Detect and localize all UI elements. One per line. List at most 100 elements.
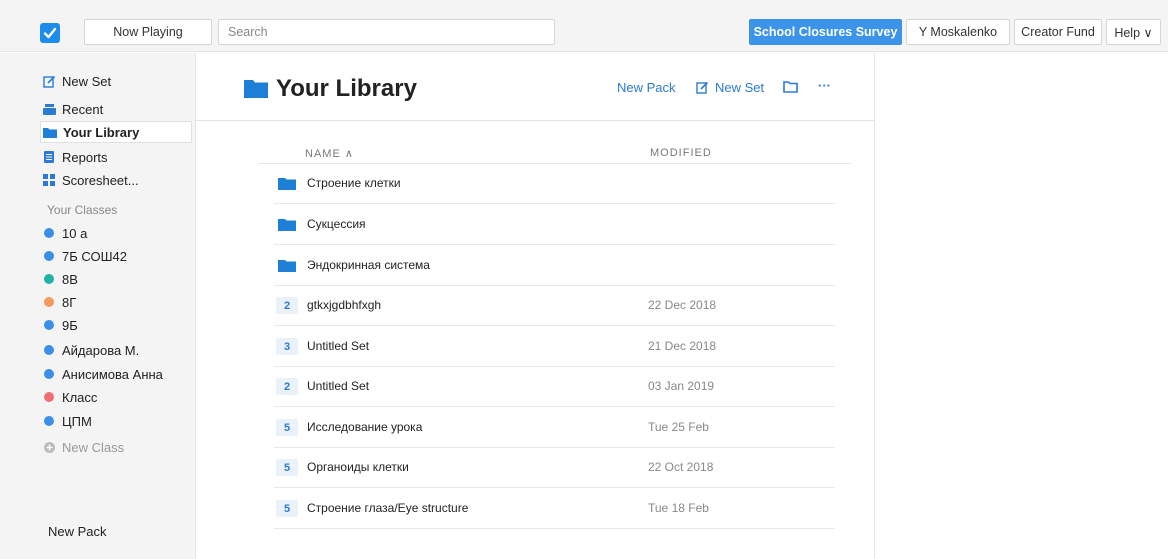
sidebar-item-class[interactable]: Айдарова М. xyxy=(40,339,192,361)
sidebar-item-label: New Class xyxy=(62,439,125,455)
term-count-badge: 2 xyxy=(276,378,298,395)
folder-outline-icon xyxy=(783,81,798,93)
item-date: 21 Dec 2018 xyxy=(648,339,717,353)
folder-icon xyxy=(43,127,57,138)
class-dot-icon xyxy=(44,251,54,261)
class-dot-icon xyxy=(44,416,54,426)
item-name: Untitled Set xyxy=(307,339,370,353)
class-dot-icon xyxy=(44,320,54,330)
list-item[interactable]: 5 Исследование урока Tue 25 Feb xyxy=(274,408,835,448)
page-title: Your Library xyxy=(276,75,417,102)
folder-icon xyxy=(278,218,296,234)
sidebar-item-class[interactable]: 8В xyxy=(40,268,192,290)
class-dot-icon xyxy=(44,392,54,402)
class-label: 7Б СОШ42 xyxy=(62,248,127,264)
class-dot-icon xyxy=(44,297,54,307)
class-label: 8Г xyxy=(62,294,77,310)
class-dot-icon xyxy=(44,369,54,379)
sidebar-item-label: Recent xyxy=(62,101,104,117)
more-options-button[interactable]: ··· xyxy=(818,78,831,93)
class-label: Айдарова М. xyxy=(62,342,140,358)
class-dot-icon xyxy=(44,228,54,238)
sidebar-item-class[interactable]: Анисимова Анна xyxy=(40,363,192,385)
term-count-badge: 2 xyxy=(276,297,298,314)
list-item[interactable]: 2 Untitled Set 03 Jan 2019 xyxy=(274,367,835,407)
sidebar-new-pack-link[interactable]: New Pack xyxy=(48,524,107,539)
class-label: Анисимова Анна xyxy=(62,366,163,382)
list-item[interactable]: 5 Органоиды клетки 22 Oct 2018 xyxy=(274,448,835,488)
column-header-modified[interactable]: MODIFIED xyxy=(650,147,712,159)
sidebar-item-class[interactable]: 8Г xyxy=(40,291,192,313)
item-date: 22 Oct 2018 xyxy=(648,460,714,474)
new-pack-label: New Pack xyxy=(617,80,676,95)
term-count-badge: 5 xyxy=(276,500,298,517)
sidebar-item-reports[interactable]: Reports xyxy=(40,146,192,168)
class-dot-icon xyxy=(44,274,54,284)
sidebar-item-new-class[interactable]: New Class xyxy=(40,436,192,458)
term-count-badge: 5 xyxy=(276,459,298,476)
class-dot-icon xyxy=(44,345,54,355)
sidebar-item-label: Scoresheet... xyxy=(62,172,139,188)
sidebar-item-recent[interactable]: Recent xyxy=(40,98,192,120)
item-name: Органоиды клетки xyxy=(307,460,409,474)
item-date: 22 Dec 2018 xyxy=(648,298,717,312)
new-set-button[interactable]: New Set xyxy=(696,80,764,95)
list-item[interactable]: 5 Строение глаза/Eye structure Tue 18 Fe… xyxy=(274,489,835,529)
item-name: Строение клетки xyxy=(307,176,401,190)
sidebar-item-label: New Set xyxy=(62,73,112,89)
sidebar-item-class[interactable]: Класс xyxy=(40,386,192,408)
sidebar-item-class[interactable]: 7Б СОШ42 xyxy=(40,245,192,267)
recent-icon xyxy=(42,103,56,115)
term-count-badge: 3 xyxy=(276,338,298,355)
item-name: Сукцессия xyxy=(307,217,366,231)
item-name: Untitled Set xyxy=(307,379,370,393)
list-item[interactable]: 2 gtkxjgdbhfxgh 22 Dec 2018 xyxy=(274,286,835,326)
school-closures-survey-button[interactable]: School Closures Survey xyxy=(749,19,902,45)
library-panel: Your Library New Pack New Set ··· NAME ∧… xyxy=(196,53,875,559)
item-name: gtkxjgdbhfxgh xyxy=(307,298,382,312)
reports-icon xyxy=(42,151,56,163)
sidebar-item-class[interactable]: 9Б xyxy=(40,314,192,336)
edit-icon xyxy=(42,75,56,88)
top-bar: Now Playing School Closures Survey Y Mos… xyxy=(0,0,1168,52)
checkmark-logo-icon[interactable] xyxy=(40,23,60,43)
folder-icon xyxy=(278,177,296,193)
plus-circle-icon xyxy=(42,441,56,453)
creator-fund-button[interactable]: Creator Fund xyxy=(1014,19,1102,45)
sidebar-item-scoresheet[interactable]: Scoresheet... xyxy=(40,169,192,191)
sidebar-item-class[interactable]: ЦПМ xyxy=(40,410,192,432)
new-folder-button[interactable] xyxy=(783,81,798,93)
sidebar-item-new-set[interactable]: New Set xyxy=(40,70,192,92)
class-label: 9Б xyxy=(62,317,78,333)
class-label: 8В xyxy=(62,271,78,287)
grid-icon xyxy=(42,174,56,186)
list-item[interactable]: Эндокринная система xyxy=(274,246,835,286)
item-date: Tue 25 Feb xyxy=(648,420,709,434)
list-item[interactable]: Сукцессия xyxy=(274,205,835,245)
item-name: Эндокринная система xyxy=(307,258,430,272)
item-name: Исследование урока xyxy=(307,420,423,434)
list-item[interactable]: 3 Untitled Set 21 Dec 2018 xyxy=(274,327,835,367)
item-name: Строение глаза/Eye structure xyxy=(307,501,469,515)
item-date: 03 Jan 2019 xyxy=(648,379,715,393)
folder-icon xyxy=(278,259,296,275)
sidebar-item-class[interactable]: 10 а xyxy=(40,222,192,244)
search-input[interactable] xyxy=(218,19,555,45)
help-dropdown-button[interactable]: Help ∨ xyxy=(1106,19,1161,45)
new-set-label: New Set xyxy=(715,80,765,95)
column-header-name[interactable]: NAME ∧ xyxy=(305,147,354,160)
sidebar-item-your-library[interactable]: Your Library xyxy=(40,121,192,143)
item-date: Tue 18 Feb xyxy=(648,501,709,515)
sidebar: New Set Recent Your Library Reports Scor… xyxy=(0,53,196,559)
list-item[interactable]: Строение клетки xyxy=(274,164,835,204)
class-label: Класс xyxy=(62,389,98,405)
now-playing-button[interactable]: Now Playing xyxy=(84,19,212,45)
sidebar-item-label: Reports xyxy=(62,149,108,165)
edit-icon xyxy=(696,81,709,94)
library-header: Your Library New Pack New Set ··· xyxy=(196,53,874,121)
term-count-badge: 5 xyxy=(276,419,298,436)
class-label: 10 а xyxy=(62,225,88,241)
sidebar-item-label: Your Library xyxy=(63,124,140,140)
user-menu-button[interactable]: Y Moskalenko xyxy=(906,19,1010,45)
new-pack-button[interactable]: New Pack xyxy=(617,80,676,95)
